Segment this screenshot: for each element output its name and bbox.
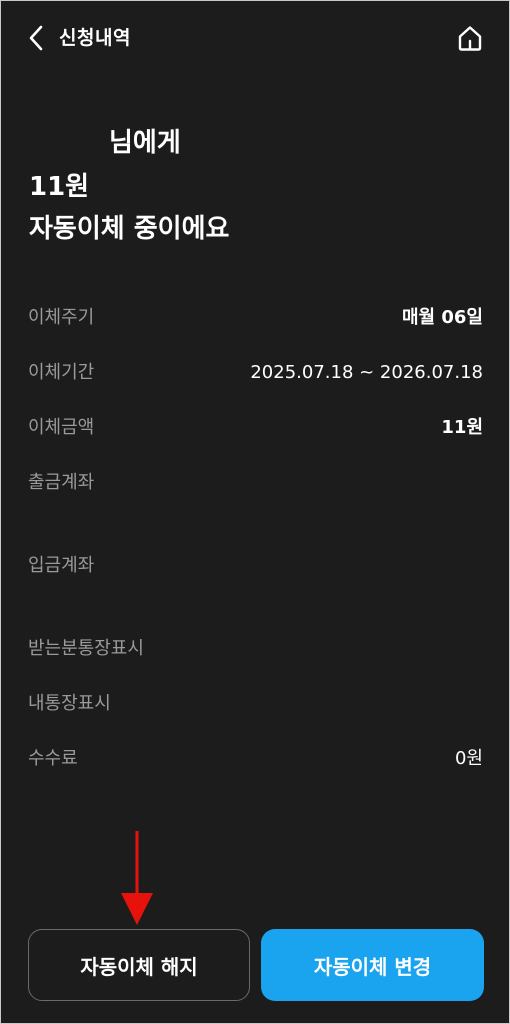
recipient-line: 님에게 [109,128,181,158]
transfer-period-value: 2025.07.18 ~ 2026.07.18 [250,362,483,383]
transfer-amount-value: 11원 [441,417,483,438]
chevron-left-icon [29,25,43,51]
annotation-arrow-icon [121,831,153,925]
screen: 신청내역 님에게 11원 자동이체 중이에요 이체주기 매월 06일 이체기간 … [0,0,510,1024]
deposit-account-label: 입금계좌 [28,555,95,576]
withdrawal-account-label: 출금계좌 [28,472,95,493]
back-button[interactable] [21,23,51,53]
page-title: 신청내역 [59,27,131,49]
home-icon [458,26,482,51]
fee-value: 0원 [454,748,483,769]
transfer-period-label: 이체기간 [28,362,95,383]
status-headline: 자동이체 중이에요 [29,214,230,244]
fee-label: 수수료 [28,748,78,769]
transfer-cycle-label: 이체주기 [28,307,95,328]
recipient-memo-label: 받는분통장표시 [28,638,144,659]
transfer-amount-label: 이체금액 [28,417,95,438]
home-button[interactable] [453,21,487,55]
amount-headline: 11원 [29,172,90,202]
top-bar: 신청내역 [1,1,509,75]
change-autotransfer-button[interactable]: 자동이체 변경 [261,929,484,1001]
my-memo-label: 내통장표시 [28,693,111,714]
cancel-autotransfer-button[interactable]: 자동이체 해지 [28,929,250,1001]
transfer-cycle-value: 매월 06일 [402,307,483,328]
